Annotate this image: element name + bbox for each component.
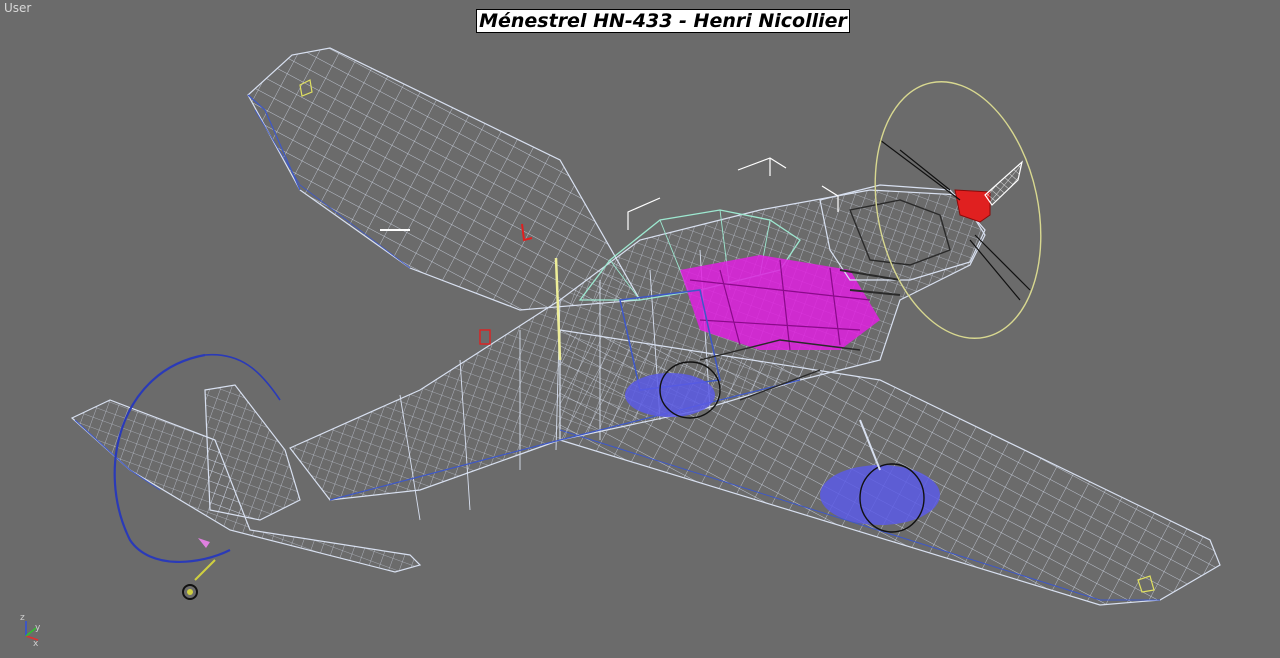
axis-gizmo: z y x bbox=[20, 613, 41, 649]
viewport-title: Ménestrel HN-433 - Henri Nicollier bbox=[476, 9, 850, 33]
3d-viewport[interactable]: User z y x Ménestrel HN-433 - Henri Nico… bbox=[0, 0, 1280, 658]
axis-y-label: y bbox=[35, 623, 41, 633]
vertical-fin bbox=[204, 384, 301, 521]
axis-z-label: z bbox=[20, 613, 25, 623]
tail-wheel bbox=[182, 559, 216, 600]
left-wing-wireframe bbox=[247, 47, 641, 311]
wireframe-scene[interactable]: z y x bbox=[0, 0, 1280, 658]
axis-x-label: x bbox=[33, 639, 39, 649]
